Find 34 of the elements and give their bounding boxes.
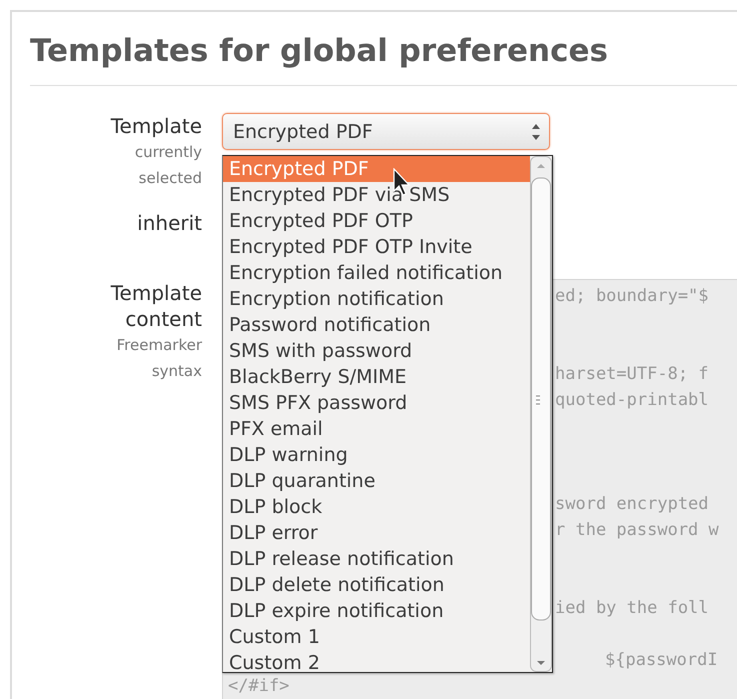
code-line: harset=UTF-8; f (555, 363, 709, 386)
dropdown-option[interactable]: Encrypted PDF via SMS (223, 182, 530, 208)
dropdown-option[interactable]: Custom 2 (223, 650, 530, 676)
inherit-label: inherit (137, 210, 202, 236)
hint-text: currently selected (134, 142, 202, 189)
dropdown-option[interactable]: Password notification (223, 312, 530, 338)
code-line: </#if> (228, 675, 290, 698)
dropdown-option[interactable]: Encrypted PDF OTP Invite (223, 234, 530, 260)
dropdown-option[interactable]: DLP expire notification (223, 598, 530, 624)
dropdown-option[interactable]: PFX email (223, 416, 530, 442)
dropdown-option[interactable]: DLP quarantine (223, 468, 530, 494)
dropdown-option[interactable]: BlackBerry S/MIME (223, 364, 530, 390)
content-label: Template content (110, 280, 202, 332)
dropdown-option[interactable]: DLP release notification (223, 546, 530, 572)
hint-text: Freemarker syntax (116, 335, 202, 382)
code-line: ${passwordI (605, 649, 718, 672)
code-line: ied by the foll (555, 597, 709, 620)
template-label: Template (110, 113, 202, 139)
page-title: Templates for global preferences (30, 32, 609, 71)
code-line: sword encrypted (555, 493, 709, 516)
code-line: quoted-printabl (555, 389, 709, 412)
dropdown-option[interactable]: DLP warning (223, 442, 530, 468)
dropdown-option[interactable]: DLP delete notification (223, 572, 530, 598)
dropdown-option[interactable]: Encryption failed notification (223, 260, 530, 286)
dropdown-option[interactable]: SMS with password (223, 338, 530, 364)
dropdown-option[interactable]: Encrypted PDF OTP (223, 208, 530, 234)
template-select[interactable]: Encrypted PDF (222, 113, 550, 150)
code-line: ed; boundary="$ (555, 285, 709, 308)
dropdown-option[interactable]: Encryption notification (223, 286, 530, 312)
code-line: r the password w (555, 519, 719, 542)
dropdown-option[interactable]: DLP error (223, 520, 530, 546)
dropdown-option[interactable]: SMS PFX password (223, 390, 530, 416)
dropdown-option[interactable]: Custom 1 (223, 624, 530, 650)
dropdown-option[interactable]: DLP block (223, 494, 530, 520)
